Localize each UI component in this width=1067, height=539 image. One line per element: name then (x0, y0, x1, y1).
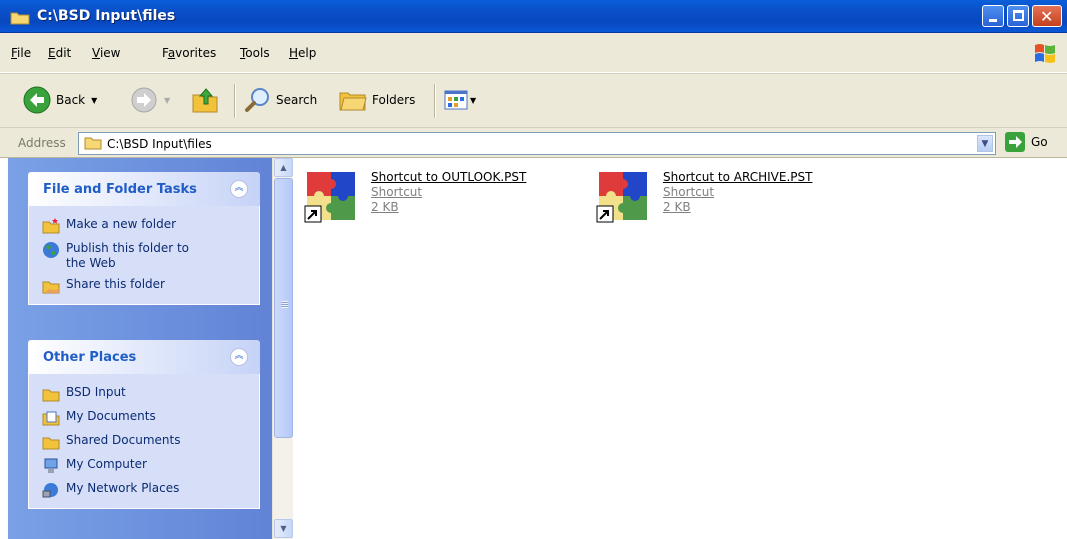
file-folder-tasks-panel: File and Folder Tasks ︽ Make a new folde… (28, 172, 260, 305)
back-dropdown-icon[interactable]: ▼ (91, 96, 97, 105)
search-button[interactable]: Search (244, 83, 317, 117)
file-list: Shortcut to OUTLOOK.PST Shortcut 2 KB Sh… (293, 158, 1067, 539)
folder-icon (84, 137, 102, 150)
place-my-documents[interactable]: My Documents (29, 406, 259, 430)
menu-tools[interactable]: Tools (240, 46, 270, 60)
back-arrow-icon (23, 86, 51, 114)
go-button[interactable]: Go (1005, 132, 1048, 152)
views-button[interactable]: ▼ (444, 83, 476, 117)
address-input[interactable]: C:\BSD Input\files ▼ (78, 132, 996, 155)
go-label: Go (1031, 135, 1048, 149)
windows-logo-icon (1035, 44, 1055, 63)
new-folder-icon (42, 218, 60, 234)
computer-icon (44, 458, 58, 473)
file-type: Shortcut (663, 185, 715, 199)
my-documents-icon (42, 411, 60, 426)
vertical-scrollbar[interactable]: ▲ ▼ (272, 158, 293, 539)
file-name: Shortcut to OUTLOOK.PST (371, 170, 527, 184)
share-folder-icon (42, 281, 60, 294)
search-label: Search (276, 93, 318, 107)
place-shared-documents[interactable]: Shared Documents (29, 430, 259, 454)
panel-header[interactable]: File and Folder Tasks ︽ (28, 172, 260, 206)
scroll-up-button[interactable]: ▲ (274, 158, 293, 177)
address-value: C:\BSD Input\files (107, 137, 212, 151)
other-places-panel: Other Places ︽ BSD Input My Documents Sh… (28, 340, 260, 509)
forward-dropdown-icon[interactable]: ▼ (164, 96, 170, 105)
close-button[interactable]: ✕ (1032, 5, 1062, 27)
puzzle-shortcut-icon (596, 172, 647, 223)
collapse-chevron-icon[interactable]: ︽ (230, 348, 248, 366)
folder-icon (42, 389, 60, 402)
menu-view[interactable]: View (92, 46, 120, 60)
up-folder-button[interactable] (190, 83, 220, 117)
panel-title: File and Folder Tasks (43, 182, 197, 197)
forward-arrow-icon (131, 87, 157, 113)
address-bar: Address C:\BSD Input\files ▼ Go (0, 128, 1067, 158)
folders-button[interactable]: Folders (338, 83, 415, 117)
up-folder-icon (192, 88, 218, 113)
scroll-thumb[interactable] (274, 178, 293, 438)
address-label: Address (18, 136, 66, 150)
folder-icon (10, 12, 30, 25)
panel-header[interactable]: Other Places ︽ (28, 340, 260, 374)
window-title: C:\BSD Input\files (37, 8, 176, 24)
file-size: 2 KB (371, 200, 399, 214)
back-label: Back (56, 93, 86, 107)
views-icon (444, 90, 468, 110)
collapse-chevron-icon[interactable]: ︽ (230, 180, 248, 198)
file-type: Shortcut (371, 185, 423, 199)
forward-button[interactable]: ▼ (130, 83, 170, 117)
title-bar[interactable]: C:\BSD Input\files ✕ (0, 0, 1067, 33)
file-item[interactable]: Shortcut to OUTLOOK.PST Shortcut 2 KB (303, 170, 526, 226)
maximize-button[interactable] (1007, 5, 1029, 27)
go-arrow-icon (1005, 132, 1025, 152)
task-publish-folder[interactable]: Publish this folder to the Web (29, 238, 259, 274)
views-dropdown-icon[interactable]: ▼ (470, 96, 476, 105)
back-button[interactable]: Back ▼ (22, 83, 97, 117)
minimize-button[interactable] (982, 5, 1004, 27)
task-pane: File and Folder Tasks ︽ Make a new folde… (8, 158, 272, 539)
task-make-new-folder[interactable]: Make a new folder (29, 214, 259, 238)
toolbar: Back ▼ ▼ Search Folders ▼ (0, 73, 1067, 128)
search-icon (245, 88, 269, 112)
network-icon (42, 483, 58, 498)
folders-icon (339, 92, 367, 111)
globe-icon (43, 242, 59, 258)
file-name: Shortcut to ARCHIVE.PST (663, 170, 813, 184)
puzzle-shortcut-icon (304, 172, 355, 223)
folders-label: Folders (372, 93, 416, 107)
scroll-down-button[interactable]: ▼ (274, 519, 293, 538)
place-bsd-input[interactable]: BSD Input (29, 382, 259, 406)
menu-edit[interactable]: Edit (48, 46, 71, 60)
file-item[interactable]: Shortcut to ARCHIVE.PST Shortcut 2 KB (595, 170, 812, 226)
menu-help[interactable]: Help (289, 46, 316, 60)
menu-favorites[interactable]: Favorites (162, 46, 216, 60)
menu-file[interactable]: File (11, 46, 31, 60)
folder-icon (42, 437, 60, 450)
panel-title: Other Places (43, 350, 137, 365)
menu-bar: File Edit View Favorites Tools Help (0, 33, 1067, 73)
file-size: 2 KB (663, 200, 691, 214)
place-my-network-places[interactable]: My Network Places (29, 478, 259, 502)
address-dropdown-button[interactable]: ▼ (977, 135, 993, 152)
task-share-folder[interactable]: Share this folder (29, 274, 259, 298)
place-my-computer[interactable]: My Computer (29, 454, 259, 478)
